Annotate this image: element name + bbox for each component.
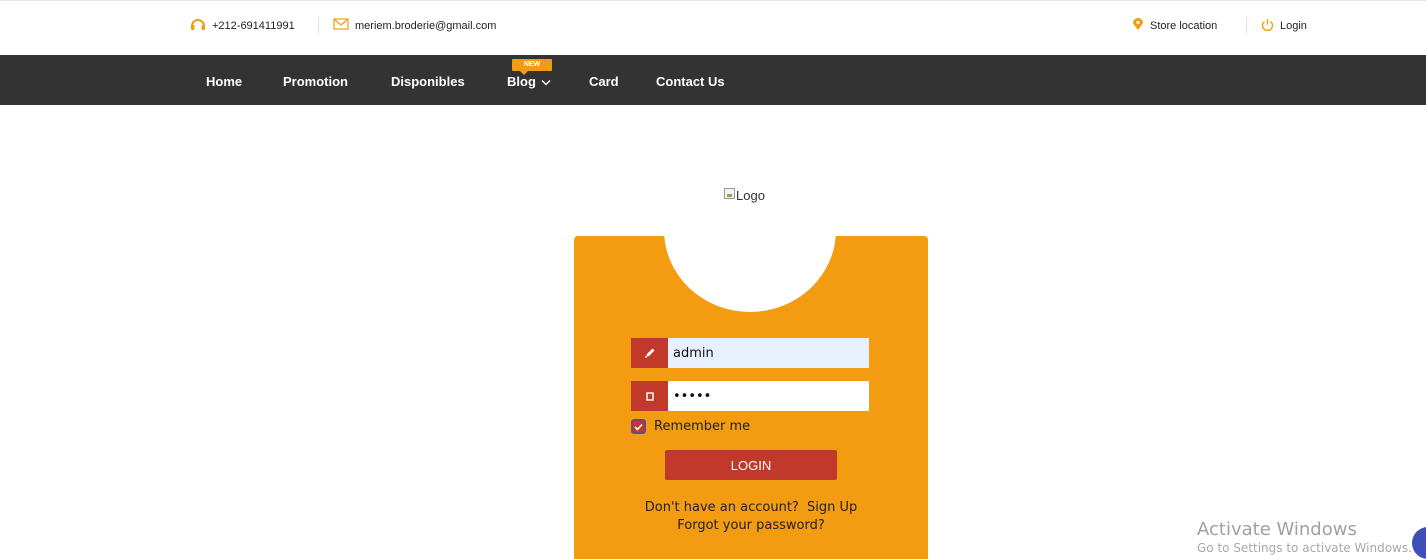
username-input[interactable] <box>668 338 869 368</box>
email-address: meriem.broderie@gmail.com <box>355 19 497 32</box>
new-badge: NEW <box>512 59 552 75</box>
remember-me[interactable]: Remember me <box>631 419 750 434</box>
store-location-label: Store location <box>1150 20 1218 32</box>
store-location-link[interactable]: Store location <box>1132 18 1217 34</box>
top-bar: +212-691411991 meriem.broderie@gmail.com… <box>0 0 1426 50</box>
envelope-icon <box>333 18 349 33</box>
chat-widget-button[interactable] <box>1412 527 1426 559</box>
nav-contact-us[interactable]: Contact Us <box>656 74 725 89</box>
remember-checkbox[interactable] <box>631 419 646 434</box>
signup-link[interactable]: Sign Up <box>807 500 857 515</box>
username-field <box>631 338 869 368</box>
signup-line: Don't have an account? Sign Up <box>574 500 928 515</box>
nav-home[interactable]: Home <box>206 74 242 89</box>
email-contact[interactable]: meriem.broderie@gmail.com <box>333 18 496 33</box>
main-nav: Home Promotion Disponibles NEW Blog Card… <box>0 55 1426 105</box>
login-label: Login <box>1280 20 1307 32</box>
nav-card[interactable]: Card <box>589 74 619 89</box>
nav-promotion[interactable]: Promotion <box>283 74 348 89</box>
map-pin-icon <box>1132 18 1144 34</box>
nav-disponibles[interactable]: Disponibles <box>391 74 465 89</box>
activate-windows-title: Activate Windows <box>1197 519 1357 540</box>
signup-prompt: Don't have an account? <box>644 500 799 515</box>
divider <box>318 17 319 33</box>
headset-icon <box>190 18 206 34</box>
logo-alt-text: Logo <box>736 188 765 203</box>
lock-icon <box>631 381 668 411</box>
divider <box>1246 17 1247 33</box>
pencil-icon <box>631 338 668 368</box>
activate-windows-subtitle: Go to Settings to activate Windows. <box>1197 541 1412 555</box>
remember-label: Remember me <box>654 419 751 434</box>
nav-blog-label: Blog <box>507 74 536 89</box>
nav-blog[interactable]: Blog <box>507 74 551 89</box>
login-button[interactable]: LOGIN <box>665 450 837 480</box>
password-field <box>631 381 869 411</box>
password-input[interactable] <box>668 381 869 411</box>
avatar-circle <box>664 236 836 312</box>
forgot-line: Forgot your password? <box>574 518 928 533</box>
chevron-down-icon <box>541 74 551 89</box>
broken-image-icon <box>724 188 735 199</box>
logo: Logo <box>724 188 765 203</box>
phone-number: +212-691411991 <box>212 20 295 32</box>
phone-contact[interactable]: +212-691411991 <box>190 18 295 34</box>
check-icon <box>634 423 643 431</box>
login-card: Remember me LOGIN Don't have an account?… <box>574 236 928 559</box>
power-icon <box>1261 18 1274 34</box>
login-link[interactable]: Login <box>1261 18 1307 34</box>
forgot-password-link[interactable]: Forgot your password? <box>677 518 825 533</box>
